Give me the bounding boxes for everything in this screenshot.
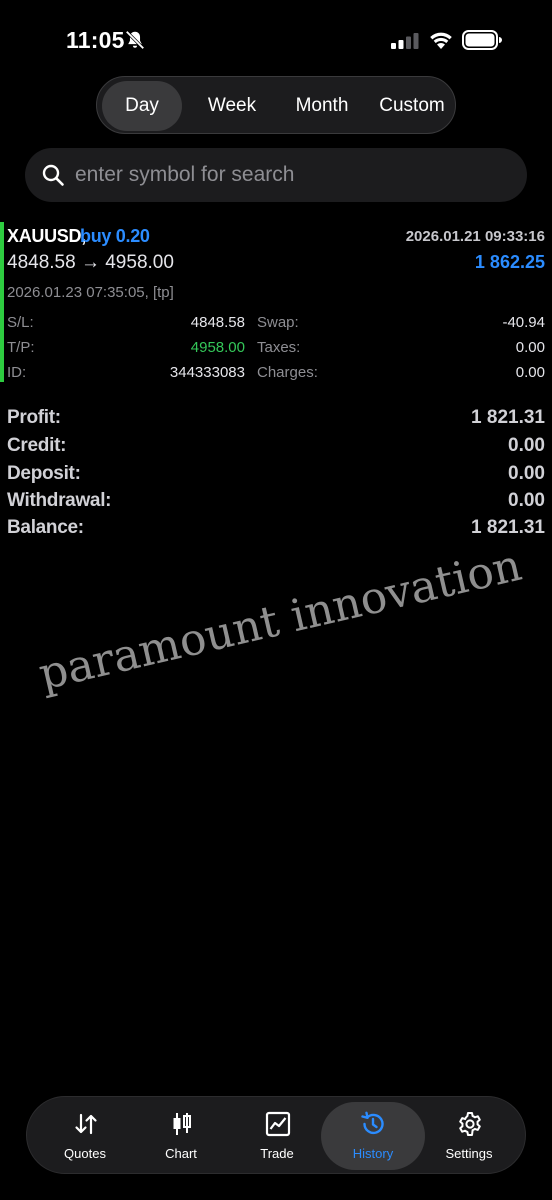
deal-close-info: 2026.01.23 07:35:05, [tp] [7, 284, 174, 301]
bottom-tab-bar: Quotes Chart Trade History Settings [26, 1096, 526, 1174]
sl-value: 4848.58 [190, 314, 245, 331]
battery-icon [462, 30, 502, 50]
wifi-icon [430, 32, 452, 49]
cellular-signal-icon [391, 33, 419, 49]
deal-symbol: XAUUSD, [7, 226, 86, 246]
deal-record[interactable]: XAUUSD, buy 0.20 2026.01.21 09:33:16 484… [0, 220, 552, 386]
deposit-label: Deposit: [7, 463, 81, 484]
tab-quotes[interactable]: Quotes [37, 1097, 133, 1175]
tab-settings[interactable]: Settings [421, 1097, 517, 1175]
tab-chart[interactable]: Chart [133, 1097, 229, 1175]
swap-label: Swap: [257, 314, 299, 331]
id-value: 344333083 [169, 364, 245, 381]
tab-chart-label: Chart [165, 1146, 197, 1161]
candlestick-icon [173, 1113, 191, 1135]
tab-settings-label: Settings [445, 1146, 493, 1161]
tab-custom[interactable]: Custom [367, 81, 457, 131]
tab-week[interactable]: Week [187, 81, 277, 131]
profit-value: 1 821.31 [471, 407, 545, 428]
deposit-value: 0.00 [508, 463, 545, 484]
charges-value: 0.00 [515, 364, 545, 381]
search-input[interactable] [75, 148, 505, 202]
search-icon [42, 164, 64, 186]
gear-icon [459, 1112, 481, 1136]
credit-value: 0.00 [508, 435, 545, 456]
quotes-arrows-icon [75, 1113, 97, 1135]
deal-side: buy 0.20 [80, 226, 150, 246]
deal-open-time: 2026.01.21 09:33:16 [405, 228, 545, 245]
deal-accent-bar [0, 222, 4, 382]
tab-trade-label: Trade [260, 1146, 294, 1161]
bell-muted-icon [125, 30, 145, 50]
tp-label: T/P: [7, 339, 35, 356]
taxes-label: Taxes: [257, 339, 301, 356]
status-bar: 11:05 [0, 0, 552, 80]
tab-history-label: History [352, 1146, 394, 1161]
tab-quotes-label: Quotes [64, 1146, 106, 1161]
charges-label: Charges: [257, 364, 318, 381]
history-clock-icon [361, 1111, 384, 1135]
tab-day[interactable]: Day [102, 81, 182, 131]
tab-month[interactable]: Month [277, 81, 367, 131]
swap-value: -40.94 [502, 314, 545, 331]
withdrawal-label: Withdrawal: [7, 490, 112, 511]
taxes-value: 0.00 [515, 339, 545, 356]
trade-chart-icon [265, 1111, 291, 1137]
id-label: ID: [7, 364, 27, 381]
deal-prices: 4848.58 → 4958.00 [7, 252, 174, 273]
profit-label: Profit: [7, 407, 61, 428]
balance-value: 1 821.31 [471, 517, 545, 538]
credit-label: Credit: [7, 435, 67, 456]
tab-history[interactable]: History [321, 1102, 425, 1170]
tp-value: 4958.00 [190, 339, 245, 356]
search-bar [25, 148, 527, 202]
status-time: 11:05 [66, 27, 125, 53]
sl-label: S/L: [7, 314, 34, 331]
deal-profit: 1 862.25 [474, 252, 545, 272]
tab-trade[interactable]: Trade [229, 1097, 325, 1175]
watermark-text: paramount innovation [34, 539, 527, 701]
period-selector: Day Week Month Custom [96, 76, 456, 134]
balance-label: Balance: [7, 517, 84, 538]
withdrawal-value: 0.00 [508, 490, 545, 511]
